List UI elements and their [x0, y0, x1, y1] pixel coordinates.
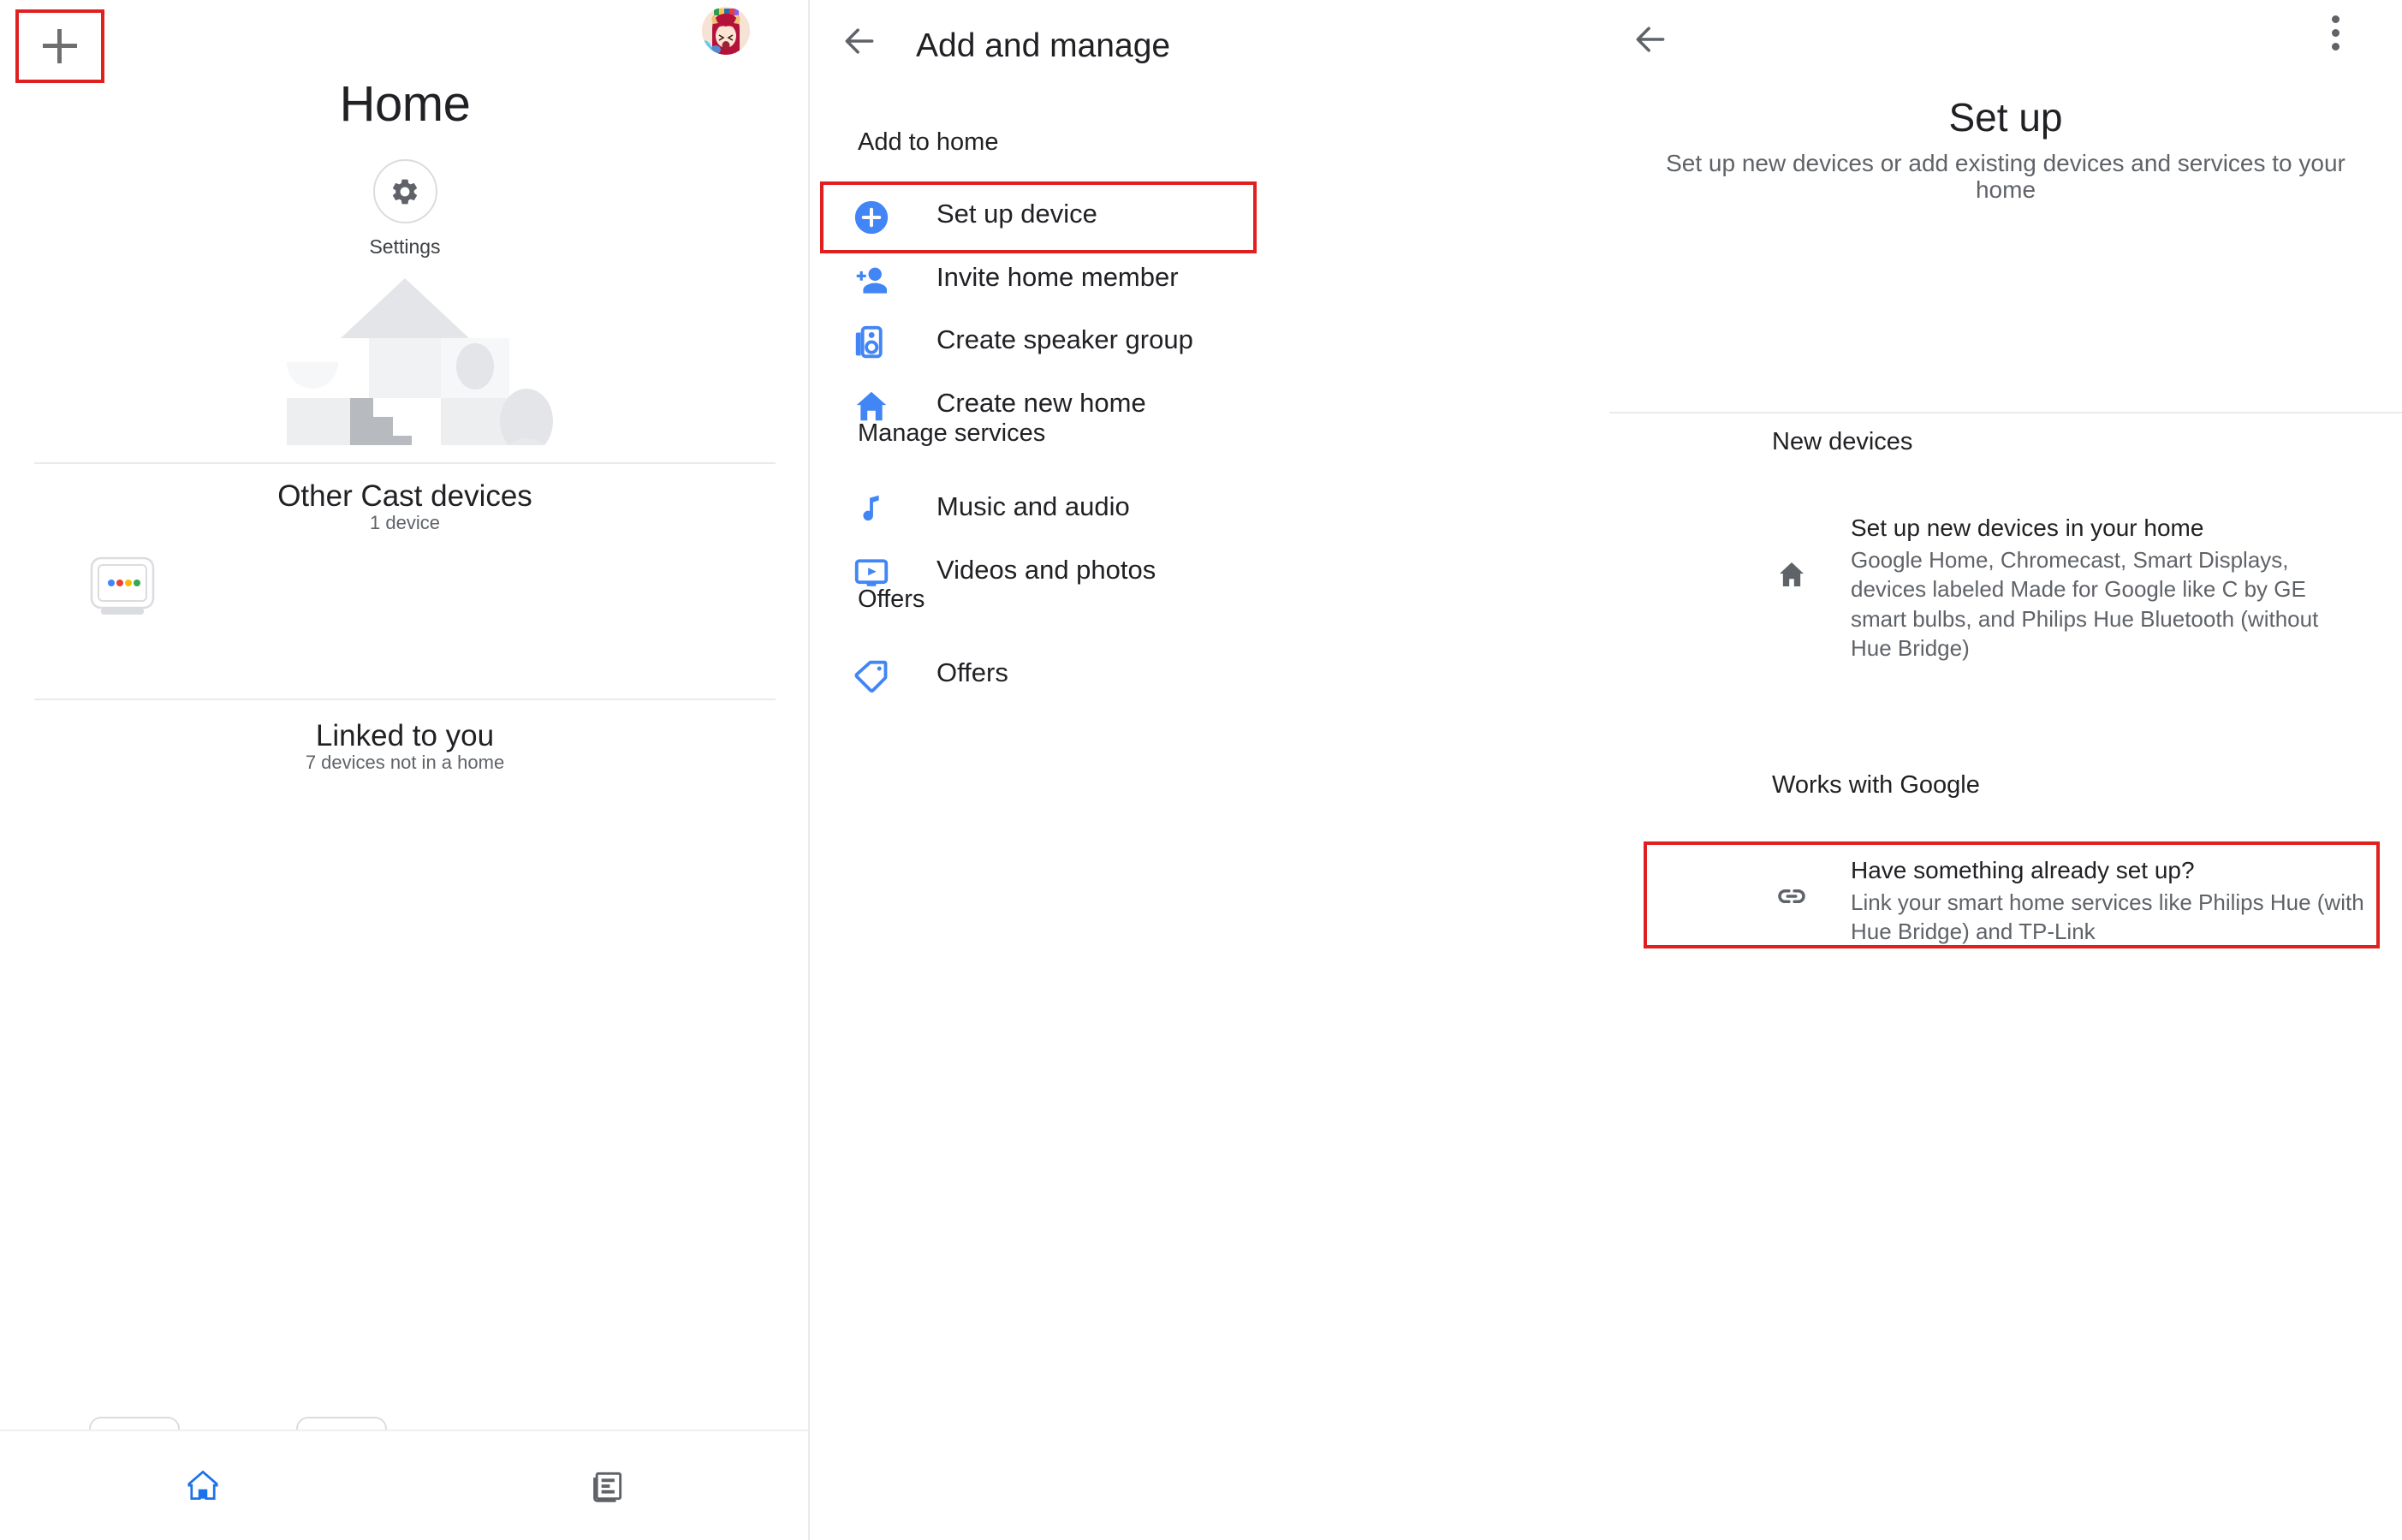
setup-option-title: Set up new devices in your home	[1851, 514, 2204, 541]
screenshot-root: Home Settings Other Cast devices 1 devic…	[0, 0, 2402, 1540]
add-manage-topbar: Add and manage	[810, 0, 1609, 90]
kebab-dot	[2332, 29, 2340, 37]
menu-item-offers[interactable]: Offers	[810, 640, 1609, 712]
home-tab[interactable]	[0, 1431, 405, 1540]
section-subtitle-linked: 7 devices not in a home	[305, 752, 505, 773]
menu-item-label: Invite home member	[936, 262, 1179, 292]
house-illustration-svg	[287, 278, 553, 445]
setup-option-text: Set up new devices in your home Google H…	[1851, 514, 2364, 663]
divider-middle	[34, 699, 776, 700]
avatar[interactable]	[702, 7, 750, 55]
setup-option-text: Have something already set up? Link your…	[1851, 856, 2364, 947]
back-arrow-icon	[1636, 27, 1665, 52]
panel-title: Add and manage	[916, 27, 1171, 64]
menu-item-label: Set up device	[936, 199, 1097, 229]
menu-item-create-speaker-group[interactable]: Create speaker group	[810, 307, 1609, 379]
settings-label: Settings	[369, 235, 441, 258]
overflow-menu-button[interactable]	[2332, 15, 2342, 51]
add-button[interactable]	[15, 9, 104, 83]
music-note-icon	[847, 486, 895, 534]
setup-option-desc: Google Home, Chromecast, Smart Displays,…	[1851, 546, 2319, 662]
house-illustration	[0, 274, 808, 445]
home-icon	[187, 1470, 218, 1500]
set-up-panel: Set up Set up new devices or add existin…	[1609, 0, 2402, 1540]
setup-option-already-set-up[interactable]: Have something already set up? Link your…	[1609, 856, 2402, 944]
section-divider	[1609, 412, 2402, 413]
kebab-dot	[2332, 15, 2340, 23]
settings-circle[interactable]	[372, 159, 437, 223]
menu-item-invite-home-member[interactable]: Invite home member	[810, 245, 1609, 317]
group-header-works-with-google: Works with Google	[1772, 771, 1980, 799]
setup-option-title: Have something already set up?	[1851, 857, 2195, 883]
cast-device-card[interactable]	[89, 556, 156, 615]
divider-top	[34, 462, 776, 464]
feed-tab[interactable]	[405, 1431, 808, 1540]
kebab-dot	[2332, 43, 2340, 51]
bottom-navigation	[0, 1430, 808, 1540]
menu-item-label: Offers	[936, 657, 1008, 687]
home-panel: Home Settings Other Cast devices 1 devic…	[0, 0, 810, 1540]
group-header-add-to-home: Add to home	[858, 128, 999, 156]
menu-item-label: Create new home	[936, 388, 1146, 418]
plus-circle-icon	[847, 193, 895, 241]
menu-item-label: Music and audio	[936, 491, 1130, 521]
group-header-manage-services: Manage services	[858, 419, 1046, 447]
speaker-group-icon	[847, 319, 895, 367]
add-and-manage-panel: Add and manage Add to home Set up device	[810, 0, 1609, 1540]
section-title-linked: Linked to you	[315, 719, 495, 752]
group-header-offers: Offers	[858, 586, 925, 613]
menu-item-music-and-audio[interactable]: Music and audio	[810, 474, 1609, 546]
page-title: Set up	[1948, 95, 2063, 140]
section-subtitle-other-cast: 1 device	[370, 512, 440, 533]
back-button[interactable]	[841, 22, 878, 64]
group-header-new-devices: New devices	[1772, 428, 1913, 455]
menu-item-label: Videos and photos	[936, 555, 1156, 585]
menu-item-set-up-device[interactable]: Set up device	[810, 181, 1609, 253]
page-subtitle: Set up new devices or add existing devic…	[1666, 150, 2346, 204]
settings-shortcut[interactable]: Settings	[0, 159, 808, 259]
home-outline-icon	[1769, 556, 1815, 592]
link-icon	[1769, 878, 1815, 914]
plus-icon	[43, 29, 77, 63]
setup-option-desc: Link your smart home services like Phili…	[1851, 889, 2364, 945]
avatar-image	[702, 7, 750, 55]
set-up-topbar	[1609, 0, 2402, 90]
feed-icon	[592, 1472, 621, 1502]
gear-icon	[392, 179, 418, 204]
back-arrow-icon	[845, 28, 874, 54]
tag-icon	[847, 652, 895, 700]
menu-item-label: Create speaker group	[936, 324, 1193, 354]
setup-option-new-devices[interactable]: Set up new devices in your home Google H…	[1609, 514, 2402, 661]
cast-device-icon	[90, 556, 155, 615]
person-add-icon	[847, 257, 895, 305]
back-button[interactable]	[1632, 21, 1669, 62]
section-title-other-cast: Other Cast devices	[277, 479, 532, 513]
page-title: Home	[339, 76, 471, 132]
